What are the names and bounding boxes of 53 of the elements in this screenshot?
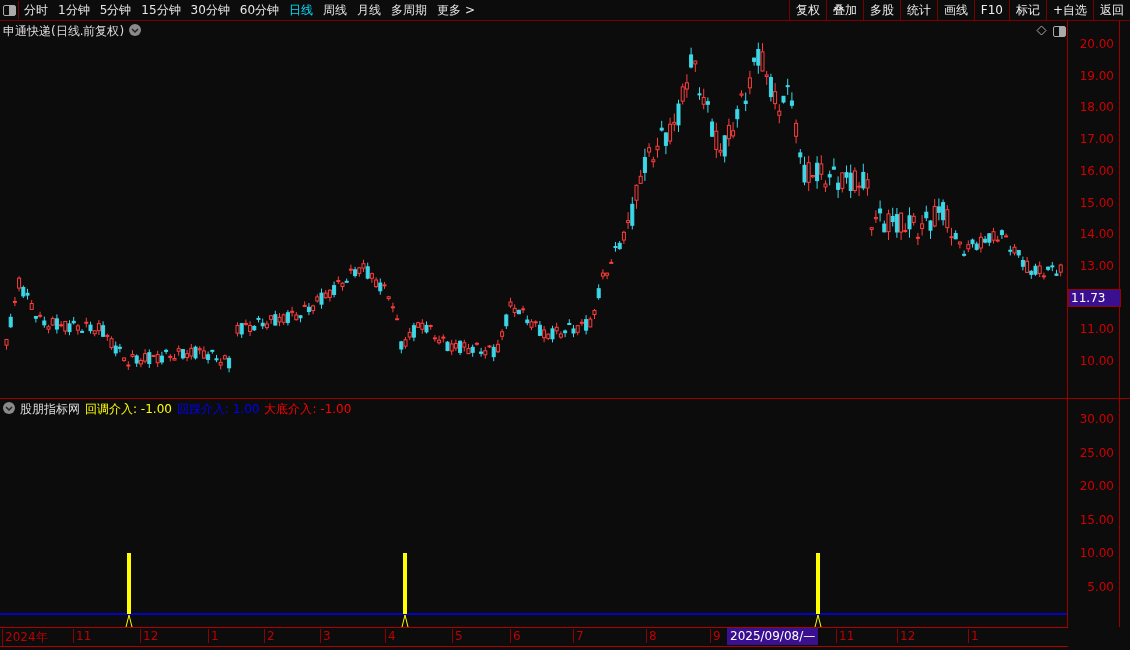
period-tab[interactable]: 60分钟 [234, 1, 285, 19]
price-tick: 11.00 [1079, 322, 1114, 337]
chevron-down-icon[interactable] [129, 24, 142, 39]
period-tab[interactable]: 30分钟 [185, 1, 235, 19]
period-tab[interactable]: 1分钟 [53, 1, 95, 19]
date-label: 12 [140, 629, 159, 643]
indicator-legend: 大底介入: -1.00 [264, 401, 352, 418]
current-price-badge: 11.73 [1068, 289, 1122, 307]
indicator-tick: 10.00 [1079, 546, 1114, 561]
period-tab[interactable]: 分时 [19, 1, 53, 19]
price-tick: 16.00 [1079, 163, 1114, 178]
date-label: 1 [208, 629, 219, 643]
date-label: 12 [897, 629, 916, 643]
date-label: 1 [968, 629, 979, 643]
price-tick: 20.00 [1079, 37, 1114, 51]
indicator-tick: 20.00 [1079, 479, 1114, 494]
date-label: 7 [573, 629, 584, 643]
panel-toggle-icon[interactable] [0, 1, 19, 19]
price-tick: 17.00 [1079, 132, 1114, 147]
indicator-tick: 30.00 [1079, 412, 1114, 426]
period-tab[interactable]: 周线 [318, 1, 353, 19]
price-tick: 13.00 [1079, 258, 1114, 273]
indicator-name: 股朋指标网 [20, 401, 80, 418]
period-tab[interactable]: 更多 > [432, 1, 480, 19]
diamond-icon[interactable] [1036, 25, 1047, 36]
price-tick: 14.00 [1079, 227, 1114, 242]
period-tab[interactable]: 月线 [352, 1, 387, 19]
period-tab[interactable]: 多周期 [386, 1, 433, 19]
date-label: 6 [510, 629, 521, 643]
indicator-legend: 回踩介入: 1.00 [176, 401, 260, 418]
price-tick: 19.00 [1079, 68, 1114, 83]
price-tick: 10.00 [1079, 354, 1114, 368]
date-label: 4 [385, 629, 396, 643]
date-label: 9 [710, 629, 721, 643]
date-label: 2 [264, 629, 275, 643]
date-label: 3 [320, 629, 331, 643]
chart-title: 申通快递(日线.前复权) [3, 23, 125, 40]
indicator-tick: 25.00 [1079, 445, 1114, 460]
period-tab[interactable]: 日线 [284, 1, 319, 19]
date-label: 5 [452, 629, 463, 643]
chevron-down-icon[interactable] [3, 402, 15, 417]
cursor-date-badge: 2025/09/08/— [727, 628, 819, 645]
period-tab[interactable]: 15分钟 [136, 1, 186, 19]
price-tick: 15.00 [1079, 195, 1114, 210]
date-label: 11 [73, 629, 92, 643]
period-tab[interactable]: 5分钟 [94, 1, 137, 19]
indicator-tick: 15.00 [1079, 512, 1114, 527]
date-label: 8 [646, 629, 657, 643]
indicator-legend: 回调介入: -1.00 [85, 401, 172, 418]
indicator-tick: 5.00 [1087, 580, 1114, 594]
date-label: 2024年 [2, 629, 48, 646]
price-tick: 18.00 [1079, 100, 1114, 115]
date-label: 11 [836, 629, 855, 643]
